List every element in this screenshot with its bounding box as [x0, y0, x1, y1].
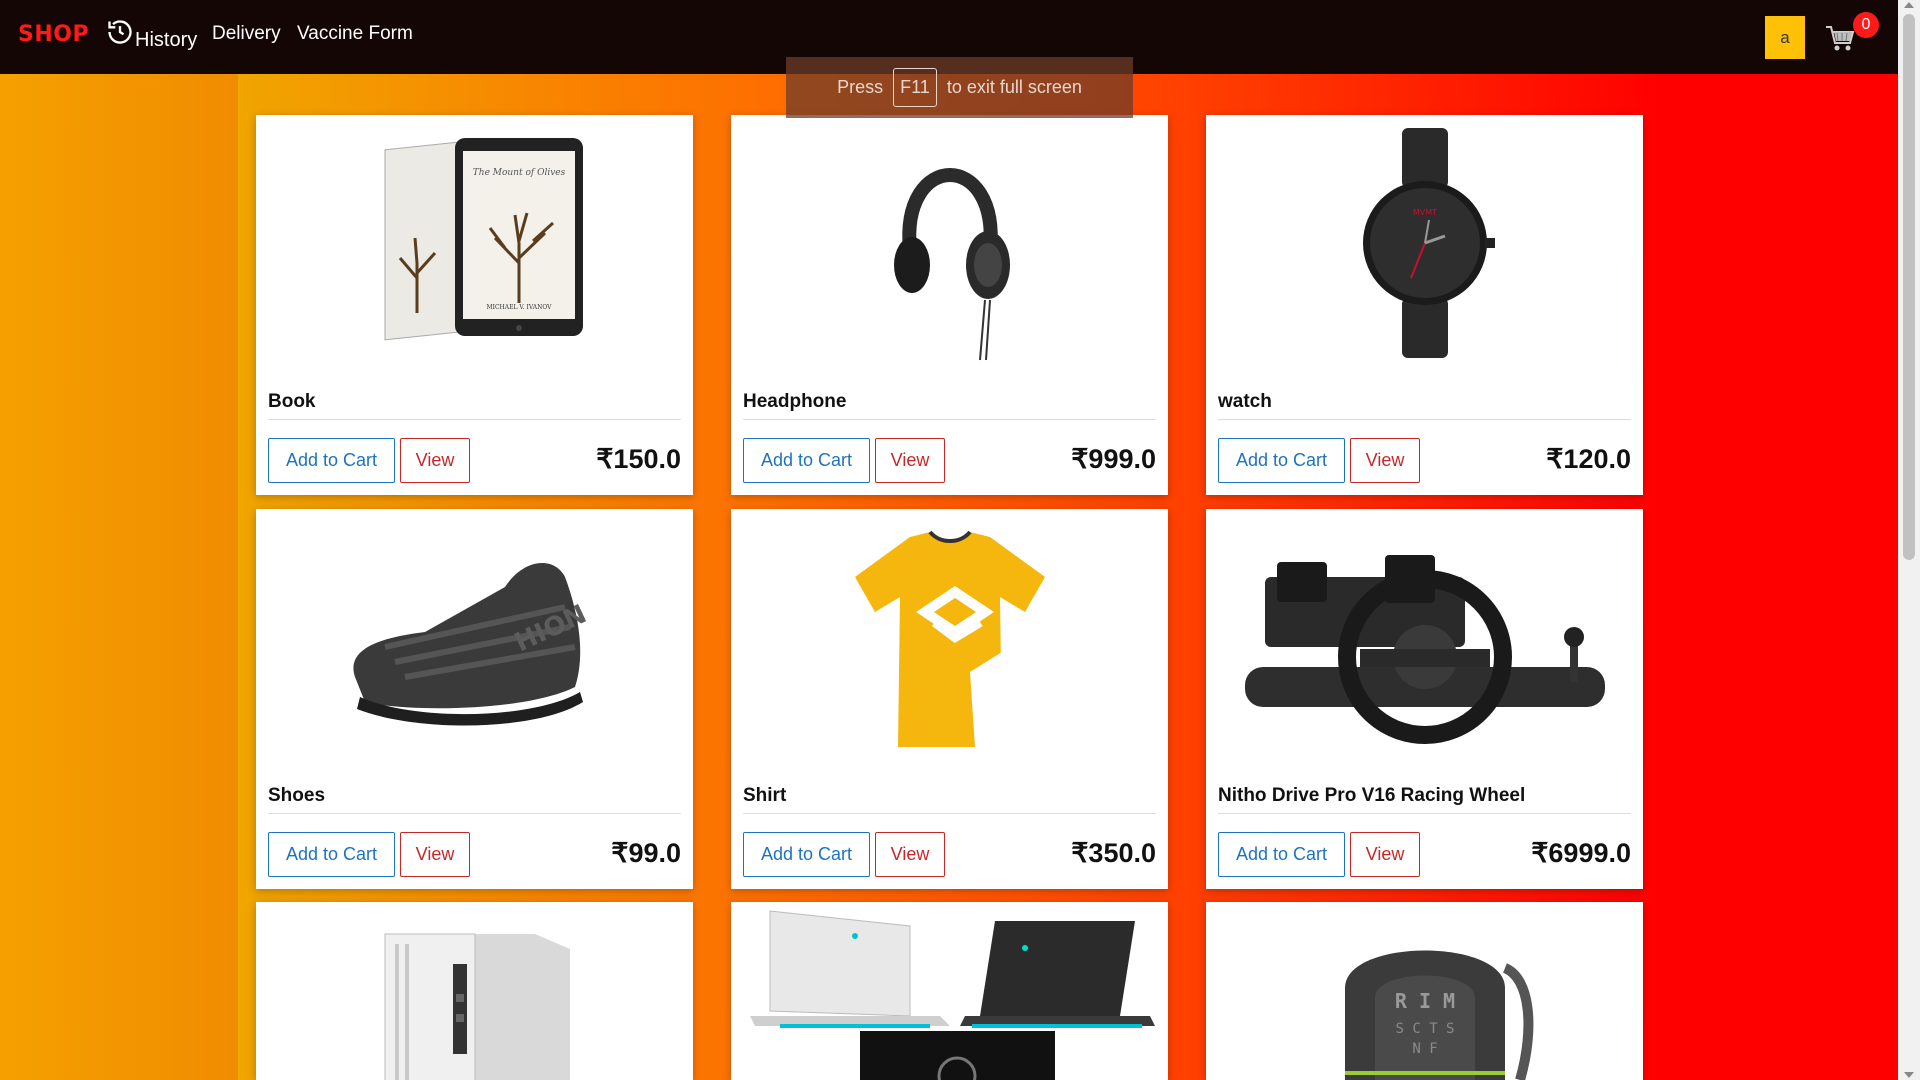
product-price: ₹999.0 — [1071, 444, 1156, 474]
product-card: HION Shoes Add to Cart View ₹99.0 — [256, 509, 693, 889]
desktop-pc-image — [256, 902, 693, 1080]
shopping-cart-icon[interactable] — [1825, 24, 1855, 52]
product-card — [731, 902, 1168, 1080]
nav-history[interactable]: History — [106, 18, 197, 51]
svg-text:R I M: R I M — [1394, 989, 1454, 1013]
page-background-left — [0, 74, 238, 1080]
product-name[interactable]: Book — [268, 391, 316, 413]
scrollbar-thumb[interactable] — [1903, 14, 1915, 560]
product-price: ₹120.0 — [1546, 444, 1631, 474]
shoe-image: HION — [256, 509, 693, 764]
product-price: ₹6999.0 — [1531, 838, 1631, 868]
scroll-down-arrow-icon[interactable] — [1904, 1072, 1914, 1078]
view-button[interactable]: View — [1350, 832, 1420, 877]
product-price: ₹99.0 — [611, 838, 681, 868]
product-card: Headphone Add to Cart View ₹999.0 — [731, 115, 1168, 495]
scroll-up-arrow-icon[interactable] — [1904, 2, 1914, 8]
nav-vaccine-form[interactable]: Vaccine Form — [297, 23, 413, 45]
product-name[interactable]: Headphone — [743, 391, 846, 413]
shirt-image — [731, 509, 1168, 764]
add-to-cart-button[interactable]: Add to Cart — [268, 832, 395, 877]
product-card: MVMT watch Add to Cart View ₹120.0 — [1206, 115, 1643, 495]
watch-image: MVMT — [1206, 115, 1643, 370]
view-button[interactable]: View — [400, 438, 470, 483]
product-price: ₹350.0 — [1071, 838, 1156, 868]
view-button[interactable]: View — [875, 832, 945, 877]
product-name[interactable]: Shirt — [743, 785, 786, 807]
divider — [743, 419, 1156, 420]
svg-text:S C T S: S C T S — [1395, 1021, 1454, 1037]
product-card: The Mount of Olives MICHAEL V. IVANOV Bo… — [256, 115, 693, 495]
history-icon — [108, 20, 132, 44]
product-card: R I M S C T S N F — [1206, 902, 1643, 1080]
book-image: The Mount of Olives MICHAEL V. IVANOV — [256, 115, 693, 370]
nav-delivery[interactable]: Delivery — [212, 23, 281, 45]
nav-history-label: History — [135, 29, 198, 51]
toast-text-after: to exit full screen — [946, 77, 1082, 97]
divider — [1218, 813, 1631, 814]
view-button[interactable]: View — [400, 832, 470, 877]
page-background-right — [1662, 74, 1898, 1080]
backpack-image: R I M S C T S N F — [1206, 902, 1643, 1080]
divider — [743, 813, 1156, 814]
product-name[interactable]: Nitho Drive Pro V16 Racing Wheel — [1218, 785, 1525, 807]
svg-text:MVMT: MVMT — [1412, 208, 1436, 217]
add-to-cart-button[interactable]: Add to Cart — [1218, 438, 1345, 483]
user-avatar-button[interactable]: a — [1765, 16, 1805, 59]
add-to-cart-button[interactable]: Add to Cart — [743, 832, 870, 877]
svg-text:MICHAEL V. IVANOV: MICHAEL V. IVANOV — [486, 304, 552, 311]
divider — [268, 813, 681, 814]
view-button[interactable]: View — [1350, 438, 1420, 483]
product-card — [256, 902, 693, 1080]
svg-text:The Mount of Olives: The Mount of Olives — [472, 168, 565, 178]
add-to-cart-button[interactable]: Add to Cart — [743, 438, 870, 483]
add-to-cart-button[interactable]: Add to Cart — [268, 438, 395, 483]
add-to-cart-button[interactable]: Add to Cart — [1218, 832, 1345, 877]
product-name[interactable]: watch — [1218, 391, 1272, 413]
divider — [268, 419, 681, 420]
racing-wheel-image — [1206, 509, 1643, 764]
svg-text:N F: N F — [1412, 1041, 1437, 1057]
toast-key: F11 — [893, 68, 937, 107]
view-button[interactable]: View — [875, 438, 945, 483]
laptop-image — [731, 902, 1168, 1080]
brand-logo[interactable]: SHOP — [18, 22, 89, 47]
toast-text-before: Press — [837, 77, 884, 97]
product-card: Shirt Add to Cart View ₹350.0 — [731, 509, 1168, 889]
product-price: ₹150.0 — [596, 444, 681, 474]
product-card: Nitho Drive Pro V16 Racing Wheel Add to … — [1206, 509, 1643, 889]
headphone-image — [731, 115, 1168, 370]
cart-count-badge: 0 — [1853, 12, 1879, 38]
fullscreen-toast: Press F11 to exit full screen — [786, 57, 1133, 118]
product-name[interactable]: Shoes — [268, 785, 325, 807]
divider — [1218, 419, 1631, 420]
page-scrollbar[interactable] — [1898, 0, 1920, 1080]
